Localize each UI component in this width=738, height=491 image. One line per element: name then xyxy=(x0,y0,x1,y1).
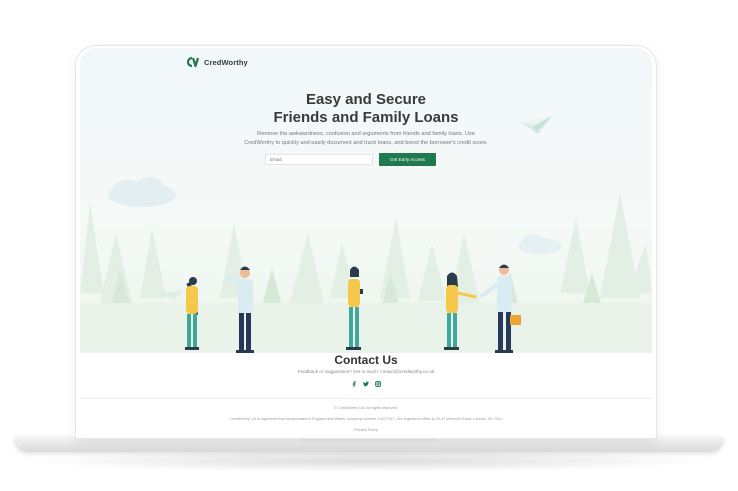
email-input[interactable] xyxy=(265,154,373,165)
logo-mark-icon xyxy=(186,56,200,68)
contact-subtitle: Feedback or suggestions? Get in touch: c… xyxy=(297,369,435,374)
footer-copyright: © CredWorthy Ltd. All rights reserved. xyxy=(334,406,398,410)
illustration-scene xyxy=(80,177,652,353)
contact-title: Contact Us xyxy=(334,353,398,367)
privacy-policy-link[interactable]: Privacy Policy xyxy=(80,428,652,432)
footer-registration: CredWorthy Ltd is registered and incorpo… xyxy=(229,417,503,421)
paper-plane-icon xyxy=(520,116,552,134)
background-trees xyxy=(80,193,652,303)
laptop-shadow xyxy=(20,450,718,472)
twitter-icon[interactable] xyxy=(363,381,369,387)
hero-title-line2: Friends and Family Loans xyxy=(273,109,459,126)
facebook-icon[interactable] xyxy=(351,381,357,387)
brand-name: CredWorthy xyxy=(204,57,248,67)
hero-title-line1: Easy and Secure xyxy=(305,91,427,108)
website-screen: CredWorthy Easy and Secure Friends and F… xyxy=(80,48,652,437)
footer-divider xyxy=(80,398,652,399)
get-early-access-button[interactable]: Get Early Access xyxy=(379,153,436,166)
hero-subtitle-line1: Remove the awkwardness, confusion and ar… xyxy=(257,131,475,137)
hero-subtitle-line2: CredWorthy to quickly and easily documen… xyxy=(244,140,488,146)
ground-band xyxy=(80,303,652,353)
cloud-shape xyxy=(108,177,562,254)
social-links xyxy=(338,381,394,387)
brand-logo[interactable]: CredWorthy xyxy=(186,56,248,68)
instagram-icon[interactable] xyxy=(375,381,381,387)
